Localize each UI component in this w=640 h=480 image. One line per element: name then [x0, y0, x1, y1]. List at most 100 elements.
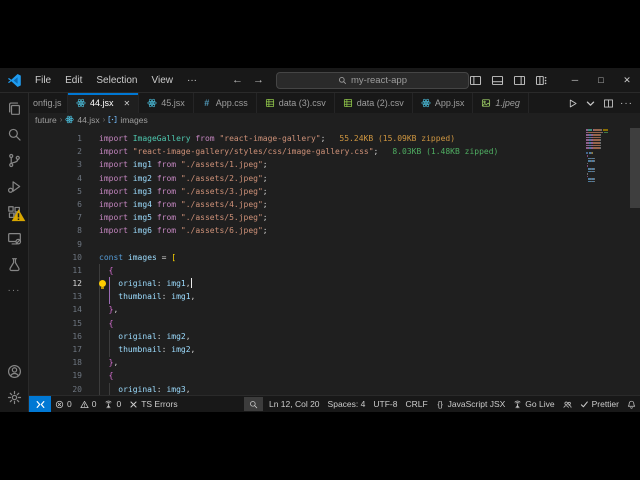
line-number: 16 [29, 330, 82, 343]
code-line-10[interactable]: 10const images = [ [29, 251, 640, 264]
menu-bar: FileEditSelectionView··· [28, 68, 204, 92]
close-window-button[interactable]: ✕ [614, 68, 640, 92]
more-actions-icon[interactable]: ··· [621, 98, 632, 109]
scrollbar[interactable] [630, 126, 640, 395]
tab-data-3-csv[interactable]: data (3).csv [257, 93, 335, 113]
code-line-19[interactable]: 19 { [29, 369, 640, 382]
activity-ellipsis[interactable]: ··· [0, 277, 28, 303]
error-icon [55, 400, 64, 409]
activity-files[interactable] [0, 95, 28, 121]
status-notifications[interactable] [623, 396, 640, 412]
code-line-17[interactable]: 17 thumbnail: img2, [29, 343, 640, 356]
breadcrumb-images[interactable]: images [108, 115, 147, 125]
title-bar: FileEditSelectionView··· ← → my-react-ap… [0, 68, 640, 93]
line-number: 6 [29, 198, 82, 211]
line-number: 17 [29, 343, 82, 356]
tab-app-jsx[interactable]: App.jsx [413, 93, 474, 113]
status-errors[interactable]: 0 [51, 396, 76, 412]
status-encoding[interactable]: UTF-8 [369, 396, 401, 412]
run-dropdown-icon[interactable] [585, 98, 596, 109]
status-prettier[interactable]: Prettier [576, 396, 623, 412]
status-eol[interactable]: CRLF [401, 396, 431, 412]
tab-45-jsx[interactable]: 45.jsx [139, 93, 194, 113]
activity-extensions[interactable] [0, 199, 28, 225]
image-icon [481, 98, 491, 108]
code-line-1[interactable]: 1import ImageGallery from "react-image-g… [29, 132, 640, 145]
status-cursor-position[interactable]: Ln 12, Col 20 [265, 396, 324, 412]
code-line-13[interactable]: 13 thumbnail: img1, [29, 290, 640, 303]
status-go-live[interactable]: Go Live [509, 396, 558, 412]
scrollbar-thumb[interactable] [630, 128, 640, 208]
menu-selection[interactable]: Selection [89, 68, 144, 92]
breadcrumb-44-jsx[interactable]: 44.jsx [65, 115, 99, 125]
forward-icon[interactable]: → [253, 74, 264, 86]
activity-beaker[interactable] [0, 251, 28, 277]
code-line-8[interactable]: 8import img6 from "./assets/6.jpeg"; [29, 224, 640, 237]
status-ports[interactable]: 0 [100, 396, 125, 412]
tab-1-jpeg[interactable]: 1.jpeg [473, 93, 529, 113]
line-content: original: img3, [99, 383, 191, 395]
status-label: TS Errors [141, 399, 177, 409]
status-indentation[interactable]: Spaces: 4 [324, 396, 370, 412]
menu-file[interactable]: File [28, 68, 58, 92]
minimap-line [586, 155, 608, 157]
tab-onfig-js[interactable]: onfig.js [29, 93, 68, 113]
status-search-status[interactable] [244, 397, 263, 411]
code-line-4[interactable]: 4import img2 from "./assets/2.jpeg"; [29, 172, 640, 185]
line-content: import img6 from "./assets/6.jpeg"; [99, 224, 268, 237]
code-line-3[interactable]: 3import img1 from "./assets/1.jpeg"; [29, 158, 640, 171]
screen: FileEditSelectionView··· ← → my-react-ap… [0, 0, 640, 480]
toggle-secondary-sidebar-icon[interactable] [513, 74, 526, 87]
code-line-14[interactable]: 14 }, [29, 303, 640, 316]
activity-account[interactable] [0, 358, 28, 384]
breadcrumb-future[interactable]: future [35, 115, 57, 125]
status-label: Prettier [592, 399, 619, 409]
close-tab-icon[interactable]: ✕ [124, 99, 131, 108]
code-line-12[interactable]: 12 original: img1, [29, 277, 640, 290]
customize-layout-icon[interactable] [535, 74, 548, 87]
minimap[interactable] [586, 129, 608, 183]
tab-app-css[interactable]: #App.css [194, 93, 257, 113]
run-file-icon[interactable] [567, 98, 578, 109]
activity-gear[interactable] [0, 384, 28, 410]
back-icon[interactable]: ← [232, 74, 243, 86]
activity-search[interactable] [0, 121, 28, 147]
code-line-11[interactable]: 11 { [29, 264, 640, 277]
status-accounts-sync[interactable] [559, 396, 576, 412]
editor-actions: ··· [559, 93, 640, 113]
beaker-icon [7, 257, 22, 272]
activity-debug[interactable] [0, 173, 28, 199]
code-line-5[interactable]: 5import img3 from "./assets/3.jpeg"; [29, 185, 640, 198]
split-editor-icon[interactable] [603, 98, 614, 109]
code-editor[interactable]: 1import ImageGallery from "react-image-g… [29, 126, 640, 395]
minimize-button[interactable]: ─ [562, 68, 588, 92]
code-line-2[interactable]: 2import "react-image-gallery/styles/css/… [29, 145, 640, 158]
tab-data-2-csv[interactable]: data (2).csv [335, 93, 413, 113]
status-ts-errors[interactable]: TS Errors [125, 396, 181, 412]
activity-remote-explorer[interactable] [0, 225, 28, 251]
minimap-line [586, 147, 608, 149]
menu-view[interactable]: View [145, 68, 181, 92]
code-line-7[interactable]: 7import img5 from "./assets/5.jpeg"; [29, 211, 640, 224]
menu-edit[interactable]: Edit [58, 68, 89, 92]
ellipsis-icon: ··· [8, 285, 21, 296]
maximize-button[interactable]: □ [588, 68, 614, 92]
toggle-panel-icon[interactable] [491, 74, 504, 87]
status-remote-indicator[interactable] [29, 396, 51, 412]
command-center[interactable]: my-react-app [276, 72, 469, 89]
react-icon [76, 98, 86, 108]
status-warnings[interactable]: 0 [76, 396, 101, 412]
menu-[interactable]: ··· [180, 68, 204, 92]
code-line-9[interactable]: 9 [29, 238, 640, 251]
code-line-20[interactable]: 20 original: img3, [29, 383, 640, 395]
code-line-6[interactable]: 6import img4 from "./assets/4.jpeg"; [29, 198, 640, 211]
code-line-16[interactable]: 16 original: img2, [29, 330, 640, 343]
code-line-18[interactable]: 18 }, [29, 356, 640, 369]
lightbulb-icon[interactable] [99, 280, 106, 287]
tab-44-jsx[interactable]: 44.jsx✕ [68, 93, 139, 113]
activity-branch[interactable] [0, 147, 28, 173]
code-line-15[interactable]: 15 { [29, 317, 640, 330]
toggle-sidebar-icon[interactable] [469, 74, 482, 87]
tab-label: App.jsx [435, 98, 465, 108]
status-language-mode[interactable]: {}JavaScript JSX [432, 396, 510, 412]
